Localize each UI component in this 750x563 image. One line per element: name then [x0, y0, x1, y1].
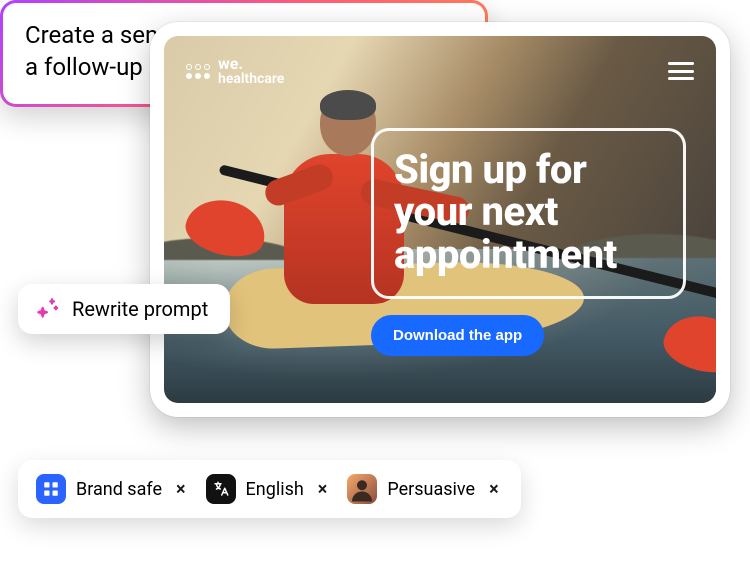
translate-icon [206, 474, 236, 504]
brand-line2: healthcare [218, 72, 284, 86]
chip-label: Persuasive [387, 479, 475, 500]
brand-dots-icon [186, 64, 210, 79]
chip-label: English [246, 479, 304, 500]
hero-headline-box: Sign up for your next appointment [371, 128, 686, 299]
rewrite-prompt-label: Rewrite prompt [72, 297, 208, 321]
download-app-button[interactable]: Download the app [371, 315, 544, 356]
brand-text: we. healthcare [218, 56, 284, 86]
chip-label: Brand safe [76, 479, 162, 500]
portrait-thumb-icon [347, 474, 377, 504]
tablet-screen: we. healthcare Sign up for your next app… [164, 36, 716, 403]
chip-english[interactable]: English × [206, 474, 332, 504]
tablet-frame: we. healthcare Sign up for your next app… [150, 22, 730, 417]
grid-icon [36, 474, 66, 504]
hero-copy: Sign up for your next appointment Downlo… [371, 128, 686, 356]
hamburger-menu-icon[interactable] [668, 62, 694, 80]
chip-remove-icon[interactable]: × [314, 477, 332, 502]
rewrite-sparkle-icon [34, 296, 60, 322]
hero-headline: Sign up for your next appointment [394, 149, 663, 276]
filter-chip-row: Brand safe × English × Persuasive × [18, 460, 521, 518]
chip-brand-safe[interactable]: Brand safe × [36, 474, 190, 504]
rewrite-prompt-pill[interactable]: Rewrite prompt [18, 284, 230, 334]
chip-remove-icon[interactable]: × [172, 477, 190, 502]
chip-persuasive[interactable]: Persuasive × [347, 474, 502, 504]
chip-remove-icon[interactable]: × [485, 477, 503, 502]
brand-logo[interactable]: we. healthcare [186, 56, 284, 86]
